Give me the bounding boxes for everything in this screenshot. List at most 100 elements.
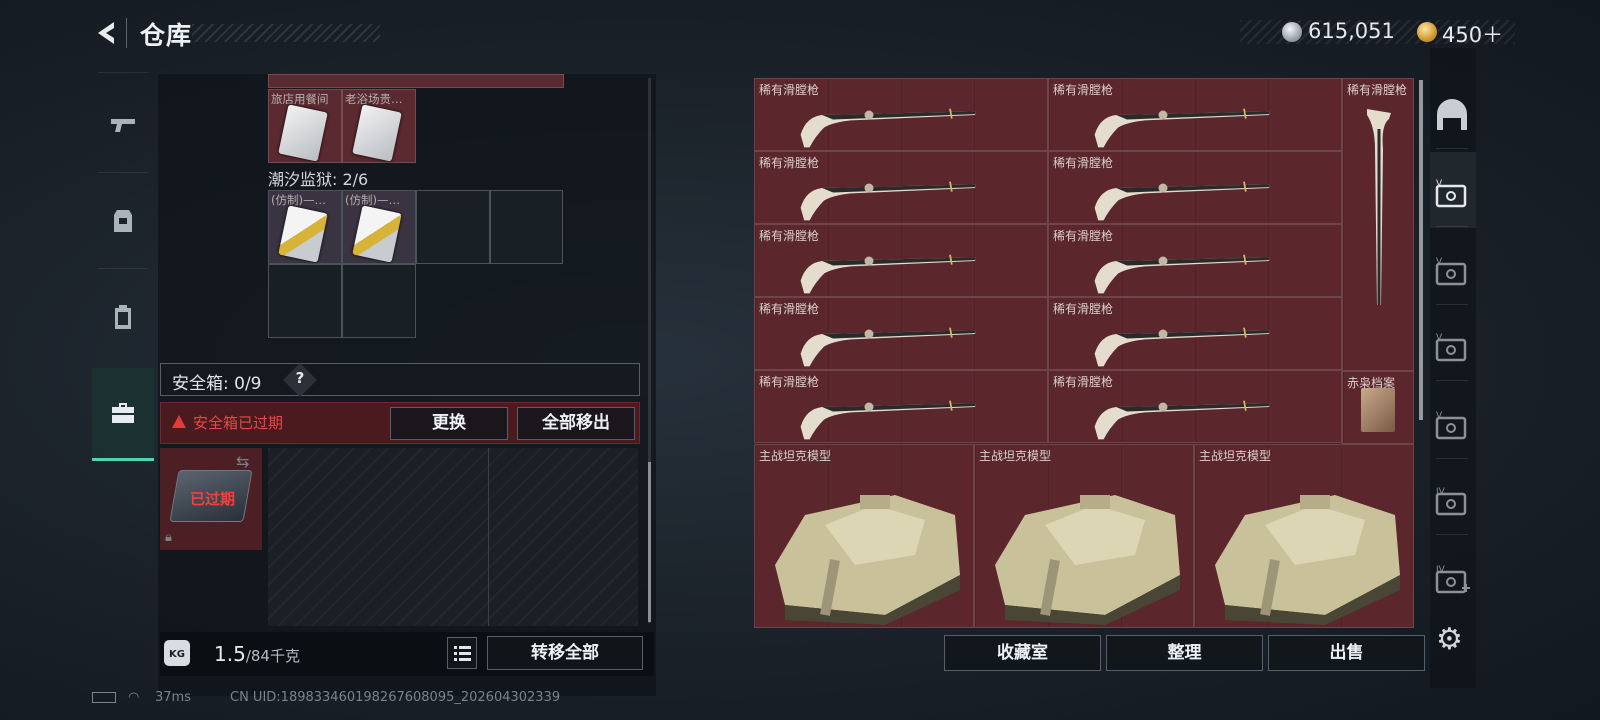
- silver-currency-value: 615,051: [1308, 19, 1395, 43]
- sidebar-divider: [1436, 380, 1468, 381]
- item-label: 稀有滑膛枪: [759, 302, 820, 316]
- sidebar-divider: [1436, 148, 1468, 149]
- musket-item[interactable]: 稀有滑膛枪: [754, 151, 1048, 224]
- keycard-icon: [278, 205, 328, 263]
- musket-item[interactable]: 稀有滑膛枪: [754, 370, 1048, 443]
- helmet-icon[interactable]: [1433, 96, 1471, 134]
- stash-slot-empty[interactable]: [268, 264, 342, 338]
- stash-slot[interactable]: 旅店用餐间: [268, 89, 342, 163]
- item-label: 稀有滑膛枪: [1053, 83, 1114, 97]
- musket-item[interactable]: 稀有滑膛枪: [1048, 297, 1342, 370]
- case-v-icon[interactable]: V: [1434, 408, 1470, 444]
- safe-box-grid[interactable]: [268, 448, 638, 626]
- stash-slot-empty[interactable]: [416, 190, 490, 264]
- stash-slot[interactable]: (仿制)—…: [342, 190, 416, 264]
- section-label: 潮汐监狱: 2/6: [268, 170, 369, 189]
- svg-text:IV: IV: [1436, 565, 1446, 575]
- case-iv-add-icon[interactable]: IV: [1434, 562, 1470, 598]
- item-art: [800, 108, 976, 148]
- musket-item[interactable]: 稀有滑膛枪: [1048, 151, 1342, 224]
- collection-room-button[interactable]: 收藏室: [944, 635, 1101, 671]
- musket-item[interactable]: 稀有滑膛枪: [754, 78, 1048, 151]
- item-art: [1094, 181, 1270, 221]
- item-label: 主战坦克模型: [979, 449, 1052, 463]
- sell-button[interactable]: 出售: [1268, 635, 1425, 671]
- svg-text:IV: IV: [1436, 487, 1446, 497]
- item-label: 稀有滑膛枪: [1053, 302, 1114, 316]
- musket-item[interactable]: 稀有滑膛枪: [1048, 78, 1342, 151]
- item-label: 稀有滑膛枪: [759, 83, 820, 97]
- header-divider: [126, 18, 127, 48]
- item-art: [1094, 327, 1270, 367]
- item-label: 主战坦克模型: [1199, 449, 1272, 463]
- svg-text:V: V: [1436, 411, 1443, 421]
- expired-warning-text: 安全箱已过期: [193, 414, 284, 432]
- item-label: 稀有滑膛枪: [759, 229, 820, 243]
- musket-item[interactable]: 稀有滑膛枪: [754, 224, 1048, 297]
- stash-slot-empty[interactable]: [490, 190, 563, 264]
- scrollbar-thumb[interactable]: [1419, 80, 1423, 420]
- tab-divider: [98, 172, 148, 173]
- item-label: (仿制)—…: [345, 193, 400, 207]
- back-button[interactable]: [92, 18, 126, 48]
- wifi-icon: ◠: [128, 690, 140, 705]
- tank-model-item[interactable]: 主战坦克模型: [754, 444, 974, 628]
- tab-armor[interactable]: [92, 176, 154, 266]
- musket-item[interactable]: 稀有滑膛枪: [1048, 370, 1342, 443]
- keycard-icon: [278, 104, 328, 162]
- item-label: 稀有滑膛枪: [1053, 375, 1114, 389]
- stash-slot[interactable]: 老浴场贵…: [342, 89, 416, 163]
- gear-icon[interactable]: ⚙: [1436, 622, 1463, 657]
- battery-icon: [92, 692, 116, 703]
- ping-text: 37ms: [155, 690, 191, 705]
- keycard-icon: [352, 104, 402, 162]
- page-title: 仓库: [140, 21, 193, 50]
- musket-item[interactable]: 稀有滑膛枪: [1048, 224, 1342, 297]
- case-v-icon[interactable]: V: [1434, 176, 1470, 212]
- case-iv-icon[interactable]: IV: [1434, 484, 1470, 520]
- replace-button[interactable]: 更换: [390, 407, 508, 440]
- tab-safe-box[interactable]: [92, 368, 154, 461]
- sidebar-divider: [1436, 304, 1468, 305]
- archive-item[interactable]: 赤枭档案: [1342, 371, 1414, 444]
- tab-backpack[interactable]: [92, 272, 154, 362]
- item-label: 稀有滑膛枪: [1053, 229, 1114, 243]
- scrollbar-thumb[interactable]: [648, 462, 651, 622]
- silver-coin-icon: [1282, 22, 1302, 42]
- weight-value: 1.5: [214, 642, 246, 666]
- gold-currency-value[interactable]: 450＋: [1442, 19, 1503, 49]
- tab-weapons[interactable]: [92, 80, 154, 170]
- swap-icon: ⇆: [236, 452, 250, 471]
- transfer-all-button[interactable]: 转移全部: [487, 636, 643, 670]
- stash-slot[interactable]: (仿制)—…: [268, 190, 342, 264]
- remove-all-button[interactable]: 全部移出: [517, 407, 635, 440]
- weight-max: /84千克: [245, 647, 300, 665]
- item-art: [800, 327, 976, 367]
- sort-button[interactable]: 整理: [1106, 635, 1263, 671]
- lock-icon: 🔒︎: [165, 530, 172, 545]
- warehouse-grid: 稀有滑膛枪 稀有滑膛枪 稀有滑膛枪 稀有滑膛枪 稀有滑膛枪 稀有滑膛枪 稀有滑膛…: [754, 78, 1414, 628]
- case-expired-label: 已过期: [190, 490, 236, 508]
- item-label: 稀有滑膛枪: [1053, 156, 1114, 170]
- item-art: [995, 495, 1180, 625]
- uid-text: CN UID:18983346019826760​8095_2026043023…: [230, 690, 561, 705]
- backpack-icon: [115, 305, 131, 329]
- weight-icon: KG: [164, 640, 190, 666]
- sidebar-divider: [1436, 458, 1468, 459]
- musket-item[interactable]: 稀有滑膛枪: [754, 297, 1048, 370]
- item-art: [775, 495, 960, 625]
- case-v-icon[interactable]: V: [1434, 330, 1470, 366]
- musket-item-vertical[interactable]: 稀有滑膛枪: [1342, 78, 1414, 371]
- tank-model-item[interactable]: 主战坦克模型: [974, 444, 1194, 628]
- stash-row-partial: [268, 74, 564, 88]
- svg-text:V: V: [1436, 333, 1443, 343]
- grid-divider: [488, 448, 489, 626]
- stash-slot-empty[interactable]: [342, 264, 416, 338]
- item-label: (仿制)—…: [271, 193, 326, 207]
- list-view-button[interactable]: [447, 637, 477, 669]
- tank-model-item[interactable]: 主战坦克模型: [1194, 444, 1414, 628]
- case-v-icon[interactable]: V: [1434, 254, 1470, 290]
- item-art: [800, 181, 976, 221]
- sidebar-divider: [1436, 534, 1468, 535]
- warning-icon: [172, 415, 186, 428]
